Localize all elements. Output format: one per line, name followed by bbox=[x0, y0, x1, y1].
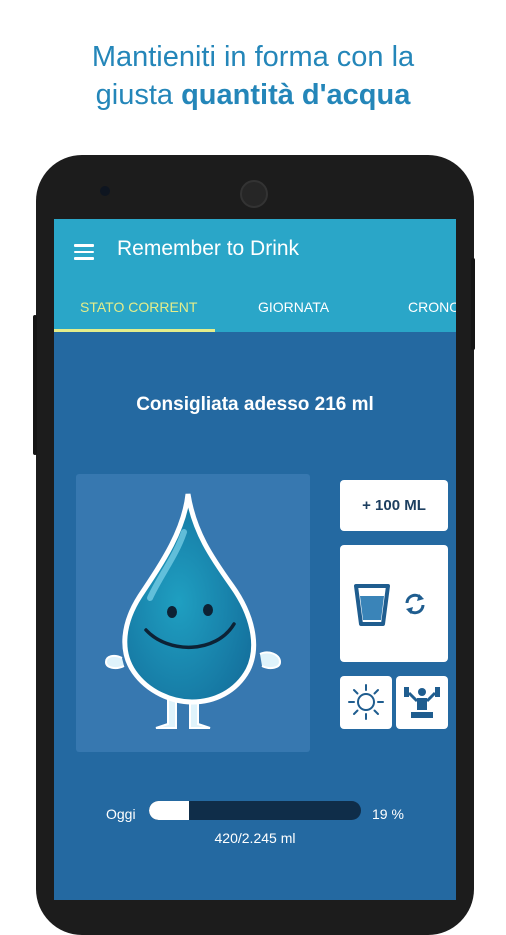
daily-progress-bar bbox=[149, 801, 361, 820]
promo-line-2: giusta quantità d'acqua bbox=[0, 76, 506, 114]
progress-label: Oggi bbox=[106, 806, 136, 822]
sun-icon bbox=[348, 684, 384, 720]
fitness-icon bbox=[404, 687, 440, 718]
daily-progress-fill bbox=[149, 801, 190, 820]
app-bar: Remember to Drink STATO CORRENT GIORNATA… bbox=[54, 219, 456, 332]
promo-line-2-regular: giusta bbox=[95, 79, 182, 111]
app-title: Remember to Drink bbox=[117, 237, 300, 260]
phone-side-button-left bbox=[33, 315, 37, 455]
tab-crono[interactable]: CRONO bbox=[408, 299, 456, 315]
progress-amount: 420/2.245 ml bbox=[214, 830, 296, 846]
phone-camera bbox=[100, 186, 110, 196]
tab-stato-corrente[interactable]: STATO CORRENT bbox=[80, 299, 197, 315]
water-drop-mascot bbox=[104, 493, 282, 729]
phone-speaker bbox=[240, 180, 268, 208]
add-100ml-button[interactable]: + 100 ML bbox=[340, 480, 448, 531]
hamburger-menu-icon[interactable] bbox=[74, 244, 94, 260]
add-100ml-label: + 100 ML bbox=[362, 497, 426, 514]
promo-line-1: Mantieniti in forma con la bbox=[91, 41, 415, 73]
glass-select-button[interactable] bbox=[340, 545, 448, 662]
activity-button[interactable] bbox=[396, 676, 448, 729]
active-tab-indicator bbox=[54, 329, 215, 332]
tab-giornata[interactable]: GIORNATA bbox=[258, 299, 329, 315]
app-screen: Remember to Drink STATO CORRENT GIORNATA… bbox=[54, 219, 456, 900]
recommended-amount: Consigliata adesso 216 ml bbox=[136, 394, 374, 415]
phone-side-button-right bbox=[471, 258, 475, 350]
water-drop-card bbox=[76, 474, 310, 752]
progress-percent: 19 % bbox=[372, 806, 404, 822]
swap-arrows-icon bbox=[405, 593, 425, 615]
weather-button[interactable] bbox=[340, 676, 392, 729]
promo-headline: Mantieniti in forma con la giusta quanti… bbox=[0, 38, 506, 114]
glass-icon bbox=[354, 584, 390, 626]
promo-line-2-bold: quantità d'acqua bbox=[181, 79, 411, 111]
